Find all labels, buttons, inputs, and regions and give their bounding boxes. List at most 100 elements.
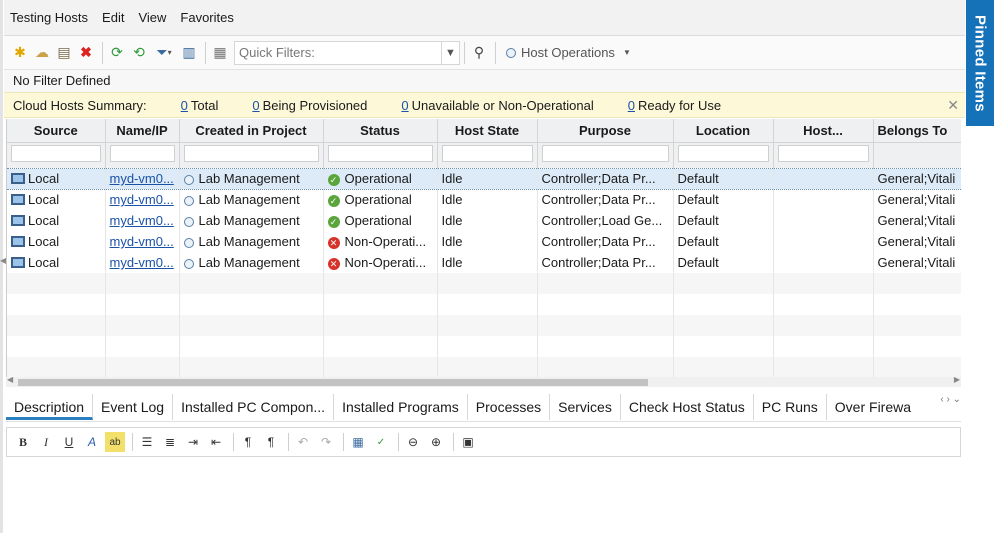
table-row[interactable]: Local myd-vm0... Lab Management ✕ Non-Ope…: [7, 252, 961, 273]
quick-filters-select[interactable]: Quick Filters: ▼: [234, 40, 460, 65]
column-filter-input[interactable]: [777, 144, 869, 162]
select-columns-icon[interactable]: ▥: [179, 43, 199, 63]
menu-edit[interactable]: Edit: [102, 10, 124, 25]
chevron-down-icon[interactable]: ▼: [441, 41, 459, 64]
redo-icon[interactable]: ↷: [316, 432, 336, 452]
outdent-icon[interactable]: ⇤: [206, 432, 226, 452]
menu-favorites[interactable]: Favorites: [180, 10, 233, 25]
column-header-host-state[interactable]: Host State: [437, 119, 538, 143]
filter-cell: [537, 142, 674, 164]
computer-icon: [11, 257, 25, 269]
menu-bar: Testing Hosts Edit View Favorites: [4, 0, 965, 36]
scrollbar-thumb[interactable]: [18, 379, 648, 386]
globe-icon: [183, 258, 194, 269]
delete-icon[interactable]: ✖: [76, 43, 96, 63]
highlight-icon[interactable]: ab: [105, 432, 125, 452]
column-filter-input[interactable]: [541, 144, 669, 162]
column-header-location[interactable]: Location: [673, 119, 774, 143]
table-row[interactable]: Local myd-vm0... Lab Management ✕ Non-Ope…: [7, 231, 961, 252]
pinned-items-panel[interactable]: Pinned Items: [966, 0, 994, 126]
bold-icon[interactable]: B: [13, 432, 33, 452]
tab-services[interactable]: Services: [550, 393, 621, 420]
host-name-link[interactable]: myd-vm0...: [110, 255, 174, 270]
host-state-cell: Idle: [437, 252, 538, 273]
tab-check-host-status[interactable]: Check Host Status: [621, 393, 754, 420]
host-name-link[interactable]: myd-vm0...: [110, 171, 174, 186]
column-filter-input[interactable]: [441, 144, 533, 162]
table-row[interactable]: Local myd-vm0... Lab Management ✓ Operati…: [7, 210, 961, 231]
column-filter-input[interactable]: [677, 144, 769, 162]
status-cell: ✓ Operational: [323, 167, 438, 190]
scroll-left-icon[interactable]: ◀: [7, 375, 13, 384]
spellcheck-icon[interactable]: ✓: [371, 432, 391, 452]
empty-row: [7, 294, 961, 315]
table-row[interactable]: Local myd-vm0... Lab Management ✓ Operati…: [7, 167, 961, 190]
search-icon[interactable]: ⚲: [469, 43, 489, 63]
table-icon[interactable]: ▦: [348, 432, 368, 452]
project-cell: Lab Management: [179, 189, 324, 210]
tab-over-firewall[interactable]: Over Firewa: [827, 394, 919, 420]
tab-installed-programs[interactable]: Installed Programs: [334, 393, 468, 420]
column-filter-input[interactable]: [183, 144, 319, 162]
rtl-icon[interactable]: ¶: [261, 432, 281, 452]
host-name-link[interactable]: myd-vm0...: [110, 192, 174, 207]
host-state-cell: Idle: [437, 210, 538, 231]
filter-icon[interactable]: ⏷ ▾: [151, 43, 177, 63]
column-filter-input[interactable]: [109, 144, 175, 162]
tab-event-log[interactable]: Event Log: [93, 393, 174, 420]
column-header-host[interactable]: Host...: [773, 119, 874, 143]
host-state-cell: Idle: [437, 167, 538, 190]
tab-scroll-arrows-icon[interactable]: ‹ › ⌄: [940, 394, 961, 405]
host-operations-menu[interactable]: Host Operations ▼: [506, 45, 631, 60]
menu-view[interactable]: View: [138, 10, 166, 25]
column-filter-input[interactable]: [11, 144, 101, 162]
name-cell: myd-vm0...: [105, 210, 180, 231]
indent-icon[interactable]: ⇥: [183, 432, 203, 452]
column-header-purpose[interactable]: Purpose: [537, 119, 674, 143]
menu-testing-hosts[interactable]: Testing Hosts: [10, 10, 88, 25]
tab-pc-runs[interactable]: PC Runs: [754, 393, 827, 420]
bullet-list-icon[interactable]: ☰: [137, 432, 157, 452]
empty-row: [7, 336, 961, 357]
numbered-list-icon[interactable]: ≣: [160, 432, 180, 452]
host-name-link[interactable]: myd-vm0...: [110, 234, 174, 249]
column-header-project[interactable]: Created in Project: [179, 119, 324, 143]
left-collapse-strip[interactable]: [0, 0, 3, 533]
column-header-belongs-to[interactable]: Belongs To: [873, 119, 961, 143]
host-state-cell: Idle: [437, 189, 538, 210]
new-host-icon[interactable]: ✱: [10, 43, 30, 63]
underline-icon[interactable]: U: [59, 432, 79, 452]
globe-icon: [183, 216, 194, 227]
summary-ready-label: Ready for Use: [637, 97, 722, 113]
new-cloud-host-icon[interactable]: ☁: [32, 43, 52, 63]
ltr-icon[interactable]: ¶: [238, 432, 258, 452]
host-name-link[interactable]: myd-vm0...: [110, 213, 174, 228]
scroll-right-icon[interactable]: ▶: [954, 375, 960, 384]
close-icon[interactable]: ✕: [947, 97, 959, 114]
column-header-status[interactable]: Status: [323, 119, 438, 143]
summary-total-link[interactable]: 0: [181, 98, 188, 113]
column-header-source[interactable]: Source: [7, 119, 106, 143]
tab-description[interactable]: Description: [6, 393, 94, 420]
table-row[interactable]: Local myd-vm0... Lab Management ✓ Operati…: [7, 189, 961, 210]
column-filter-input[interactable]: [327, 144, 433, 162]
html-view-icon[interactable]: ▣: [458, 432, 478, 452]
edit-details-icon[interactable]: ▤: [54, 43, 74, 63]
zoom-in-icon[interactable]: ⊕: [426, 432, 446, 452]
summary-unavailable-link[interactable]: 0: [401, 98, 408, 113]
computer-icon: [11, 173, 25, 185]
refresh-all-icon[interactable]: ⟲: [129, 43, 149, 63]
summary-ready-link[interactable]: 0: [628, 98, 635, 113]
italic-icon[interactable]: I: [36, 432, 56, 452]
zoom-out-icon[interactable]: ⊖: [403, 432, 423, 452]
summary-provisioned-link[interactable]: 0: [252, 98, 259, 113]
refresh-icon[interactable]: ⟳: [107, 43, 127, 63]
horizontal-scrollbar[interactable]: ◀ ▶: [6, 375, 961, 387]
font-color-icon[interactable]: A: [82, 432, 102, 452]
undo-icon[interactable]: ↶: [293, 432, 313, 452]
quick-filters-label: Quick Filters:: [239, 45, 315, 60]
column-header-name-ip[interactable]: Name/IP: [105, 119, 180, 143]
globe-icon: [183, 237, 194, 248]
tab-installed-pc-components[interactable]: Installed PC Compon...: [173, 393, 335, 420]
tab-processes[interactable]: Processes: [468, 393, 551, 420]
